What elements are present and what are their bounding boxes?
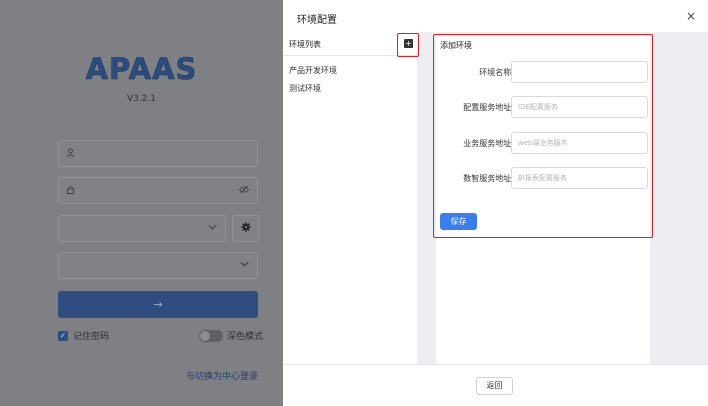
environment-list-title: 环境列表 (289, 40, 321, 49)
login-page: APAAS V3.2.1 → ✓ 记住密码 深色模式 与切换为中心登录 (0, 0, 283, 406)
dialog-title: 环境配置 (297, 15, 337, 26)
environment-select[interactable] (58, 215, 226, 242)
eye-off-icon[interactable] (239, 185, 249, 198)
remember-checkbox[interactable]: ✓ (58, 330, 68, 341)
dark-mode-switch[interactable] (199, 329, 223, 342)
remember-label: 记住密码 (73, 332, 110, 342)
arrow-right-icon: → (153, 298, 163, 311)
gear-icon (240, 222, 251, 235)
remember-password[interactable]: ✓ 记住密码 (58, 329, 109, 342)
environment-item-dev[interactable]: 产品开发环境 (289, 65, 337, 76)
dark-mode-label: 深色模式 (227, 332, 264, 342)
login-button[interactable]: → (58, 291, 258, 318)
add-button-highlight (397, 33, 419, 57)
secondary-select[interactable] (58, 252, 258, 279)
user-icon (66, 148, 77, 159)
password-field[interactable] (58, 177, 258, 204)
chevron-down-icon (208, 223, 217, 234)
app-logo: APAAS (85, 52, 198, 87)
environment-item-test[interactable]: 测试环境 (289, 83, 321, 94)
username-field[interactable] (58, 140, 258, 167)
form-highlight (433, 34, 653, 238)
close-icon[interactable]: × (686, 9, 696, 23)
chevron-down-icon (240, 260, 249, 271)
dark-mode-toggle[interactable]: 深色模式 (199, 329, 263, 342)
switch-login-link[interactable]: 与切换为中心登录 (186, 369, 258, 382)
environment-list: 环境列表 + 产品开发环境 测试环境 (283, 32, 417, 364)
environment-config-dialog: 环境配置 × 环境列表 + 产品开发环境 测试环境 添加环境 环境名称: 配置服… (283, 0, 708, 406)
back-button[interactable]: 返回 (476, 377, 513, 395)
dialog-footer: 返回 (283, 364, 708, 406)
version-label: V3.2.1 (126, 94, 157, 104)
settings-button[interactable] (232, 215, 259, 242)
lock-icon (66, 185, 77, 196)
